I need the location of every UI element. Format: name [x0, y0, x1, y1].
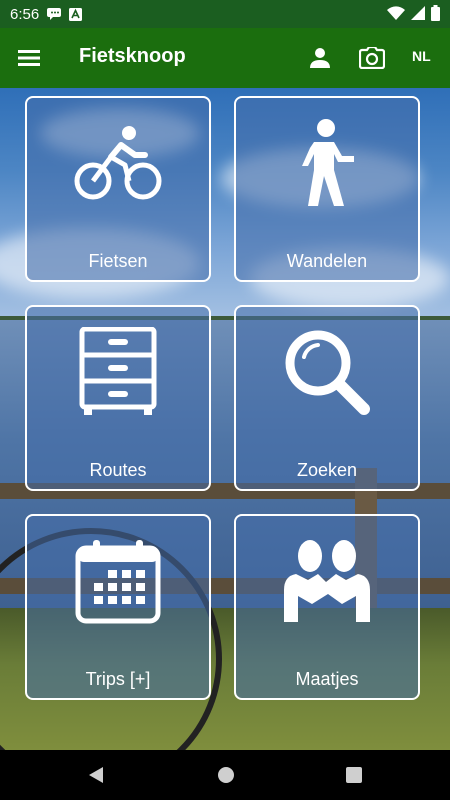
wifi-icon [387, 6, 405, 20]
person-icon [310, 48, 330, 68]
friends-icon [284, 540, 370, 622]
chat-notification-icon [47, 8, 62, 20]
camera-button[interactable] [355, 42, 389, 74]
status-time: 6:56 [10, 5, 40, 23]
drawers-icon [79, 327, 157, 415]
hamburger-menu-icon [18, 50, 40, 66]
bicycle-icon [74, 126, 162, 200]
walking-icon [302, 119, 354, 206]
app-title: Fietsknoop [79, 45, 186, 67]
recents-icon[interactable] [346, 767, 362, 783]
tile-label: Zoeken [296, 460, 358, 480]
signal-icon [411, 6, 425, 20]
tile-wandelen[interactable]: Wandelen [234, 96, 420, 282]
menu-button[interactable] [12, 42, 48, 74]
tile-label: Trips [+] [85, 669, 151, 689]
profile-button[interactable] [304, 42, 336, 74]
tile-label: Fietsen [88, 251, 148, 271]
navigation-bar [0, 750, 450, 800]
tile-maatjes[interactable]: Maatjes [234, 514, 420, 700]
tile-label: Wandelen [286, 251, 368, 271]
tile-trips[interactable]: Trips [+] [25, 514, 211, 700]
tile-fietsen[interactable]: Fietsen [25, 96, 211, 282]
tile-zoeken[interactable]: Zoeken [234, 305, 420, 491]
language-button[interactable]: NL [412, 48, 431, 64]
app-bar: Fietsknoop NL [0, 28, 450, 88]
status-bar: 6:56 [0, 0, 450, 28]
home-icon[interactable] [218, 767, 234, 783]
camera-icon [358, 45, 386, 70]
tile-label: Maatjes [295, 669, 359, 689]
search-icon [285, 330, 370, 415]
battery-icon [431, 5, 440, 21]
a-notification-icon [69, 7, 83, 21]
tile-routes[interactable]: Routes [25, 305, 211, 491]
calendar-icon [75, 540, 161, 624]
back-icon[interactable] [88, 767, 104, 783]
tile-label: Routes [89, 460, 147, 480]
